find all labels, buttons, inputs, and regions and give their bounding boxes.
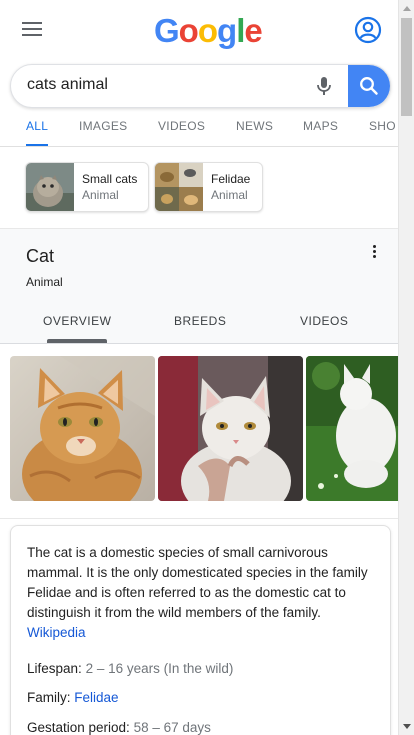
entity-description: The cat is a domestic species of small c…: [27, 543, 377, 643]
logo-letter: o: [197, 12, 218, 49]
fact-family: Family: Felidae: [27, 690, 119, 705]
header: Google: [0, 0, 398, 64]
description-text: The cat is a domestic species of small c…: [27, 545, 368, 620]
vertical-scrollbar[interactable]: [398, 0, 414, 735]
fact-label: Lifespan:: [27, 661, 82, 676]
chip-name: Small cats: [82, 172, 138, 186]
search-results-page: Google ALL IMAGES VIDEOS NEWS MAPS SHO: [0, 0, 398, 735]
tab-maps[interactable]: MAPS: [303, 110, 338, 146]
tab-videos[interactable]: VIDEOS: [158, 110, 205, 146]
google-logo[interactable]: Google: [154, 12, 263, 50]
family-link[interactable]: Felidae: [74, 690, 118, 705]
felidae-thumbnail: [155, 163, 203, 211]
fact-gestation: Gestation period: 58 – 67 days: [27, 720, 211, 735]
tab-overview[interactable]: OVERVIEW: [43, 314, 111, 343]
search-box: [10, 64, 391, 108]
fact-lifespan: Lifespan: 2 – 16 years (In the wild): [27, 661, 233, 676]
search-input[interactable]: [27, 65, 297, 105]
account-circle-icon[interactable]: [354, 16, 382, 44]
chip-type: Animal: [82, 188, 119, 202]
white-cat-photo[interactable]: [158, 356, 303, 501]
related-chip-small-cats[interactable]: Small cats Animal: [25, 162, 149, 212]
knowledge-panel-tabs: OVERVIEW BREEDS VIDEOS: [0, 307, 398, 344]
search-button[interactable]: [348, 65, 390, 107]
search-icon: [360, 77, 378, 95]
search-tabs: ALL IMAGES VIDEOS NEWS MAPS SHO: [0, 110, 398, 147]
scrollbar-thumb[interactable]: [401, 18, 412, 116]
logo-letter: g: [217, 12, 237, 49]
image-carousel: [0, 342, 398, 519]
orange-tabby-cat-photo[interactable]: [10, 356, 155, 501]
related-entities: Small cats Animal Felidae Animal: [0, 146, 398, 228]
entity-subtitle: Animal: [26, 275, 63, 289]
logo-letter: G: [154, 12, 180, 49]
scroll-up-icon[interactable]: [399, 0, 414, 16]
tab-kp-videos[interactable]: VIDEOS: [300, 314, 348, 328]
fact-value: 58 – 67 days: [133, 720, 211, 735]
knowledge-panel-header: Cat Animal OVERVIEW BREEDS VIDEOS: [0, 228, 398, 344]
wikipedia-link[interactable]: Wikipedia: [27, 625, 86, 640]
tab-shopping[interactable]: SHO: [369, 110, 396, 146]
description-card: The cat is a domestic species of small c…: [10, 525, 391, 735]
menu-icon[interactable]: [22, 22, 42, 38]
fact-value: 2 – 16 years (In the wild): [85, 661, 234, 676]
logo-letter: o: [178, 12, 199, 49]
white-cat-on-grass-photo[interactable]: [306, 356, 398, 501]
scroll-down-icon[interactable]: [399, 719, 414, 735]
microphone-icon[interactable]: [313, 75, 335, 97]
related-chip-felidae[interactable]: Felidae Animal: [154, 162, 263, 212]
chip-type: Animal: [211, 188, 248, 202]
tab-breeds[interactable]: BREEDS: [174, 314, 226, 328]
chip-name: Felidae: [211, 172, 251, 186]
small-cat-thumbnail: [26, 163, 74, 211]
fact-label: Family:: [27, 690, 71, 705]
logo-letter: e: [244, 12, 262, 49]
more-options-icon[interactable]: [368, 243, 380, 265]
entity-title: Cat: [26, 246, 55, 266]
fact-label: Gestation period:: [27, 720, 130, 735]
tab-images[interactable]: IMAGES: [79, 110, 127, 146]
tab-all[interactable]: ALL: [26, 110, 49, 146]
tab-news[interactable]: NEWS: [236, 110, 273, 146]
